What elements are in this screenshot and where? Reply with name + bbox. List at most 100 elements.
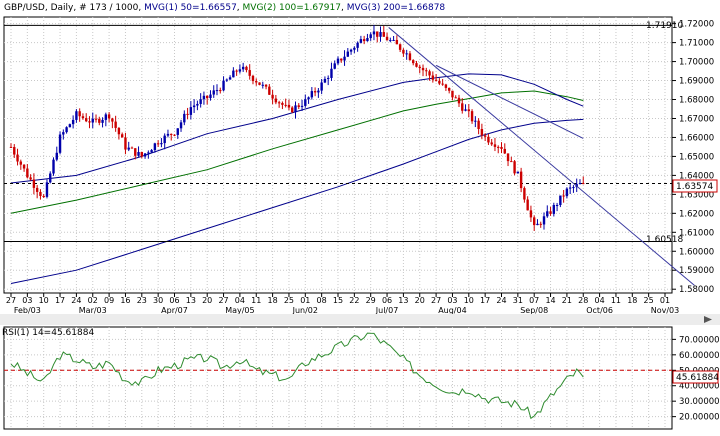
candle-body [379, 32, 382, 37]
candle-body [408, 53, 412, 61]
candle-body [323, 78, 327, 83]
candle-body [238, 69, 242, 72]
candle-body [271, 94, 274, 99]
candle-body [85, 118, 88, 122]
candle-body [578, 183, 582, 185]
price-tick-label: 1.59000 [679, 266, 714, 276]
candle-body [274, 98, 278, 103]
candle-body [196, 103, 199, 106]
candle-body [526, 199, 529, 211]
candle-body [91, 118, 94, 123]
top-level-label: 1.71910 [646, 21, 683, 31]
candle-body [32, 179, 36, 188]
x-tick-label: 29 [366, 296, 376, 305]
x-tick-label: 01 [660, 296, 670, 305]
price-tick-label: 1.65000 [679, 152, 714, 162]
price-tick-label: 1.71000 [679, 39, 714, 49]
header-mvg2: MVG(2) 100=1.67917 [243, 3, 341, 13]
candle-body [29, 177, 32, 180]
candle-body [474, 120, 477, 122]
x-tick-label: 06 [382, 296, 392, 305]
month-label: Jul/07 [375, 306, 399, 315]
candle-body [153, 143, 157, 151]
header-bars: # 173 / 1000 [79, 3, 139, 13]
candle-body [562, 195, 565, 197]
candle-body [35, 187, 39, 192]
candle-body [173, 134, 176, 136]
candle-body [343, 56, 346, 61]
candle-body [22, 164, 26, 169]
rsi-tick-label: 20.00000 [679, 413, 720, 423]
candle-body [490, 142, 493, 145]
candle-body [395, 39, 399, 45]
candle-body [372, 31, 376, 35]
x-tick-label: 18 [268, 296, 278, 305]
candle-body [170, 133, 173, 135]
month-label: Nov/03 [651, 306, 680, 315]
candle-body [428, 71, 431, 76]
candle-body [300, 105, 304, 107]
candle-body [163, 135, 166, 144]
candle-body [101, 119, 104, 123]
candle-body [268, 86, 271, 95]
candle-body [65, 127, 68, 133]
x-tick-label: 13 [398, 296, 408, 305]
candle-body [431, 75, 435, 80]
x-tick-label: 14 [545, 296, 555, 305]
candle-body [483, 135, 487, 137]
candle-body [232, 70, 235, 78]
candle-body [454, 97, 457, 99]
candle-body [447, 87, 451, 91]
candle-body [382, 32, 385, 37]
candle-body [71, 119, 75, 125]
candle-body [248, 70, 251, 76]
rsi-tick-label: 70.00000 [679, 335, 720, 345]
candle-body [183, 113, 186, 123]
candle-body [546, 211, 549, 217]
x-tick-label: 13 [186, 296, 196, 305]
scroll-strip[interactable] [0, 314, 720, 325]
x-tick-label: 24 [496, 296, 506, 305]
x-tick-label: 01 [300, 296, 310, 305]
candle-body [147, 152, 150, 154]
candle-body [376, 31, 379, 37]
candle-body [219, 90, 222, 92]
candle-body [565, 188, 569, 197]
candle-body [444, 84, 448, 88]
candle-body [320, 82, 323, 91]
candle-body [75, 111, 78, 120]
candle-body [549, 211, 552, 214]
price-tick-label: 1.70000 [679, 58, 714, 68]
candle-body [68, 124, 72, 128]
candle-body [199, 99, 202, 104]
candle-body [258, 82, 261, 85]
candle-body [291, 107, 294, 113]
candle-body [510, 161, 513, 163]
candle-body [353, 47, 356, 50]
candle-body [457, 97, 461, 104]
x-tick-label: 03 [22, 296, 32, 305]
candle-body [539, 223, 542, 225]
x-tick-label: 21 [562, 296, 572, 305]
candle-body [304, 99, 307, 106]
candle-body [176, 128, 179, 135]
candle-body [78, 111, 81, 117]
candle-body [415, 63, 418, 67]
x-tick-label: 27 [431, 296, 441, 305]
candle-body [582, 183, 585, 185]
candle-body [480, 128, 484, 136]
candle-body [533, 217, 536, 226]
chart-header: GBP/USD, Daily, # 173 / 1000, MVG(1) 50=… [4, 3, 445, 13]
candle-body [356, 42, 359, 48]
candle-body [150, 150, 153, 153]
candle-body [117, 127, 121, 135]
candle-body [441, 83, 444, 85]
candle-body [392, 39, 395, 41]
candle-body [104, 114, 108, 120]
candle-body [349, 49, 353, 52]
candle-body [42, 195, 45, 197]
candle-body [487, 136, 490, 143]
candle-body [130, 147, 134, 149]
month-label: Mar/03 [79, 306, 107, 315]
month-label: Apr/07 [161, 306, 188, 315]
